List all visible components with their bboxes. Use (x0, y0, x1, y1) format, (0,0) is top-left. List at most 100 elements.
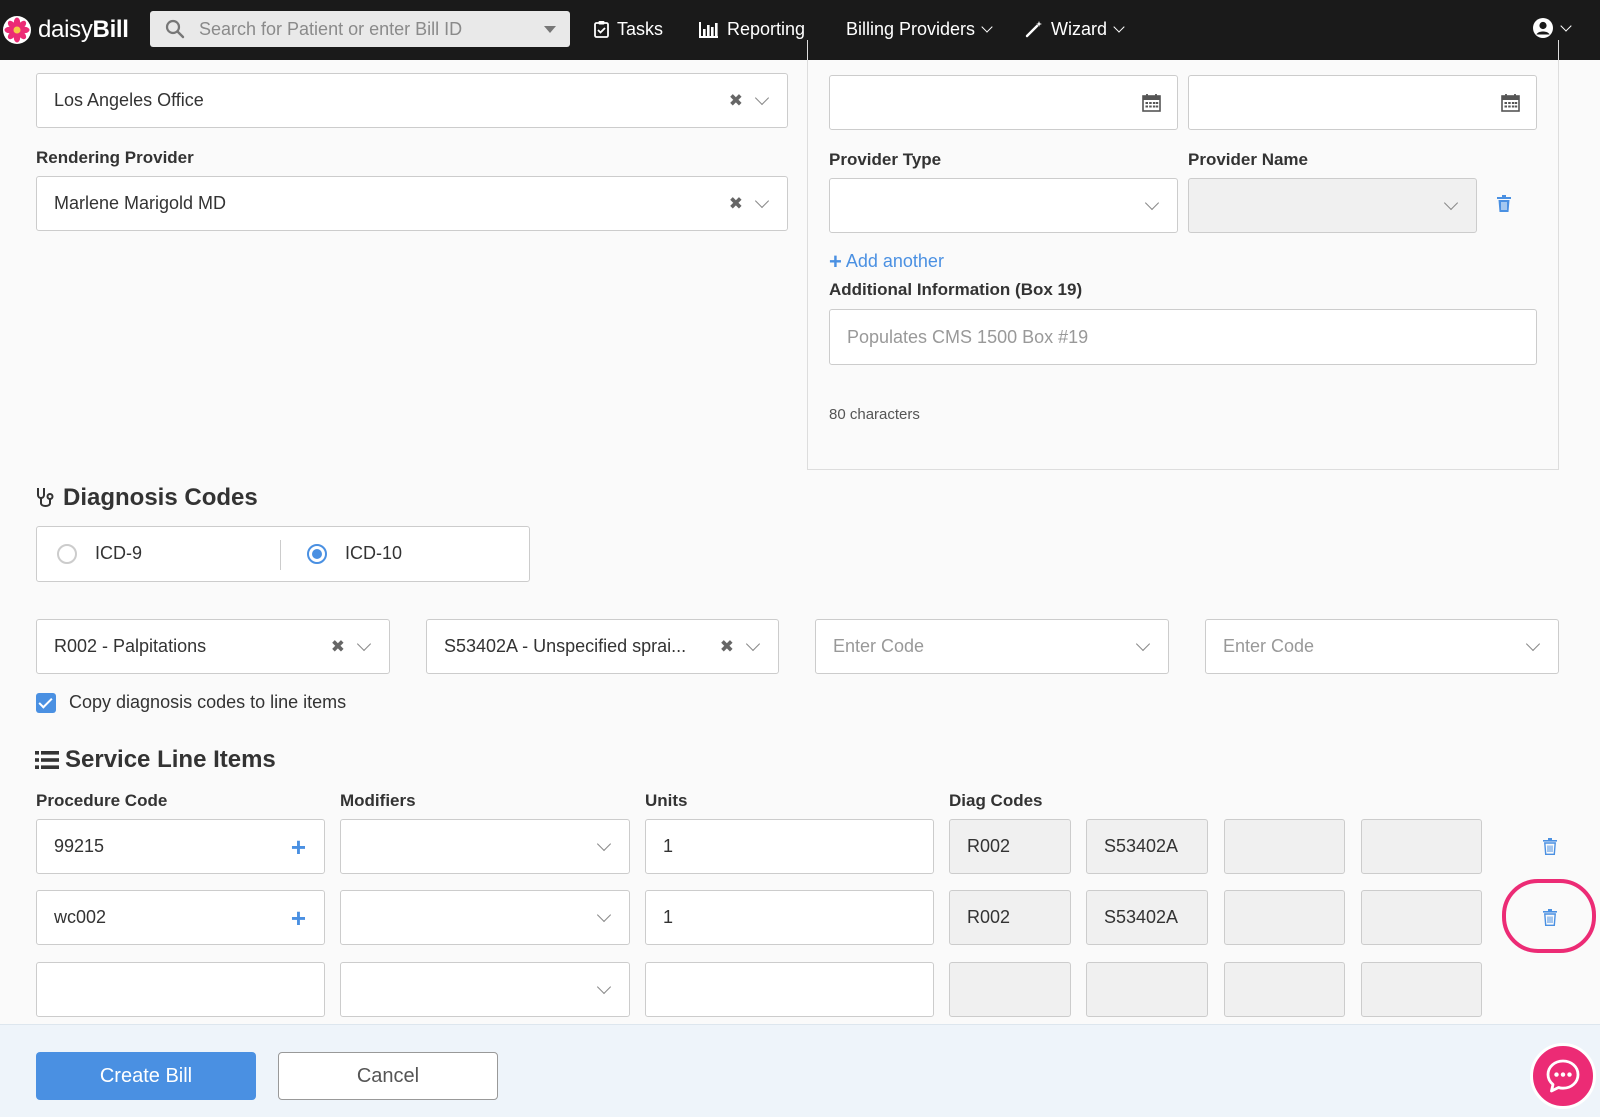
nav-reporting-label: Reporting (727, 18, 806, 39)
plus-icon[interactable]: + (291, 905, 306, 931)
search-input[interactable]: Search for Patient or enter Bill ID (150, 11, 570, 47)
provider-type-label: Provider Type (829, 150, 942, 169)
add-another-link[interactable]: + Add another (829, 248, 944, 274)
clear-icon[interactable]: ✖ (729, 91, 743, 111)
caret-down-icon[interactable] (544, 25, 556, 33)
chevron-down-icon[interactable] (745, 636, 761, 651)
chevron-down-icon[interactable] (596, 979, 612, 994)
nav-billing-providers[interactable]: Billing Providers (846, 16, 993, 42)
procedure-code-input[interactable] (36, 962, 325, 1017)
daisy-flower-icon (3, 16, 31, 44)
diag-code-pointer-1[interactable]: R002 (949, 890, 1071, 945)
units-input[interactable]: 1 (645, 890, 934, 945)
units-input[interactable]: 1 (645, 819, 934, 874)
trash-icon[interactable] (1497, 195, 1511, 212)
radio-icd9[interactable]: ICD-9 (57, 543, 142, 564)
diag-code-pointer-3[interactable] (1224, 819, 1345, 874)
diag-code-pointer-1[interactable]: R002 (949, 819, 1071, 874)
nav-tasks[interactable]: Tasks (594, 16, 663, 42)
diag-code-value: S53402A (1104, 836, 1179, 856)
clear-icon[interactable]: ✖ (331, 637, 345, 657)
diag-code-pointer-2[interactable]: S53402A (1086, 890, 1208, 945)
diag-code-pointer-2[interactable]: S53402A (1086, 819, 1208, 874)
clear-icon[interactable]: ✖ (729, 194, 743, 214)
chevron-down-icon[interactable] (754, 90, 770, 105)
provider-name-select[interactable] (1188, 178, 1477, 233)
copy-diagnosis-checkbox[interactable]: Copy diagnosis codes to line items (36, 692, 346, 713)
units-value: 1 (663, 907, 674, 927)
diagnosis-code-4-placeholder: Enter Code (1223, 636, 1315, 656)
logo-text: daisyBill (38, 16, 129, 43)
diag-code-value: R002 (967, 836, 1011, 856)
diag-code-value: S53402A (1104, 907, 1179, 927)
nav-wizard[interactable]: Wizard (1025, 16, 1125, 42)
procedure-code-value: wc002 (54, 907, 107, 927)
rendering-provider-select[interactable]: Marlene Marigold MD ✖ (36, 176, 788, 231)
bar-chart-icon (699, 21, 718, 38)
diagnosis-codes-title-text: Diagnosis Codes (63, 484, 258, 511)
icd-version-toggle: ICD-9 ICD-10 (36, 526, 530, 582)
checkbox-checked-icon[interactable] (36, 692, 56, 713)
rendering-provider-value: Marlene Marigold MD (54, 193, 227, 213)
plus-icon: + (829, 248, 842, 274)
diag-code-pointer-1[interactable] (949, 962, 1071, 1017)
radio-selected-icon (307, 543, 327, 564)
place-of-service-value: Los Angeles Office (54, 90, 204, 110)
chevron-down-icon[interactable] (356, 636, 372, 651)
diagnosis-code-1-select[interactable]: R002 - Palpitations ✖ (36, 619, 390, 674)
create-bill-button[interactable]: Create Bill (36, 1052, 256, 1100)
diag-code-value: R002 (967, 907, 1011, 927)
procedure-code-header: Procedure Code (36, 791, 168, 810)
chat-button[interactable] (1530, 1043, 1596, 1109)
chevron-down-icon[interactable] (596, 907, 612, 922)
additional-info-label: Additional Information (Box 19) (829, 280, 1083, 299)
chevron-down-icon[interactable] (596, 836, 612, 851)
diag-code-pointer-4[interactable] (1361, 819, 1482, 874)
calendar-icon[interactable] (1501, 93, 1520, 112)
units-input[interactable] (645, 962, 934, 1017)
cancel-button[interactable]: Cancel (278, 1052, 498, 1100)
trash-icon[interactable] (1543, 838, 1557, 855)
radio-icd10[interactable]: ICD-10 (307, 543, 402, 564)
diagnosis-code-4-select[interactable]: Enter Code (1205, 619, 1559, 674)
diagnosis-code-3-select[interactable]: Enter Code (815, 619, 1169, 674)
nav-reporting[interactable]: Reporting (699, 16, 805, 42)
logo[interactable]: daisyBill (0, 12, 129, 48)
search-icon (165, 19, 185, 39)
procedure-code-input[interactable]: wc002 + (36, 890, 325, 945)
diagnosis-codes-title: Diagnosis Codes (35, 484, 258, 512)
radio-icd10-label: ICD-10 (345, 543, 403, 563)
procedure-code-input[interactable]: 99215 + (36, 819, 325, 874)
modifiers-select[interactable] (340, 890, 630, 945)
admission-date-input[interactable] (829, 75, 1178, 130)
plus-icon[interactable]: + (291, 834, 306, 860)
modifiers-select[interactable] (340, 962, 630, 1017)
chevron-down-icon[interactable] (1443, 195, 1459, 210)
user-menu[interactable] (1532, 17, 1572, 39)
chat-bubble-icon (1546, 1059, 1580, 1093)
diag-code-pointer-4[interactable] (1361, 962, 1482, 1017)
nav-billing-providers-label: Billing Providers (846, 18, 976, 39)
service-line-items-title: Service Line Items (35, 746, 276, 774)
user-circle-icon (1533, 18, 1553, 38)
modifiers-header: Modifiers (340, 791, 416, 810)
nav-wizard-label: Wizard (1051, 18, 1108, 39)
diag-code-pointer-2[interactable] (1086, 962, 1208, 1017)
chevron-down-icon[interactable] (754, 193, 770, 208)
diagnosis-code-2-select[interactable]: S53402A - Unspecified sprai... ✖ (426, 619, 779, 674)
chevron-down-icon[interactable] (1525, 636, 1541, 651)
provider-type-select[interactable] (829, 178, 1178, 233)
rendering-provider-label: Rendering Provider (36, 148, 194, 167)
modifiers-select[interactable] (340, 819, 630, 874)
diag-code-pointer-3[interactable] (1224, 962, 1345, 1017)
place-of-service-select[interactable]: Los Angeles Office ✖ (36, 73, 788, 128)
chevron-down-icon[interactable] (1144, 195, 1160, 210)
diag-code-pointer-3[interactable] (1224, 890, 1345, 945)
chevron-down-icon[interactable] (1135, 636, 1151, 651)
additional-info-input[interactable]: Populates CMS 1500 Box #19 (829, 309, 1537, 365)
additional-info-placeholder: Populates CMS 1500 Box #19 (847, 326, 1089, 347)
diag-code-pointer-4[interactable] (1361, 890, 1482, 945)
calendar-icon[interactable] (1142, 93, 1161, 112)
clear-icon[interactable]: ✖ (720, 637, 734, 657)
dos-end-input[interactable] (1188, 75, 1537, 130)
